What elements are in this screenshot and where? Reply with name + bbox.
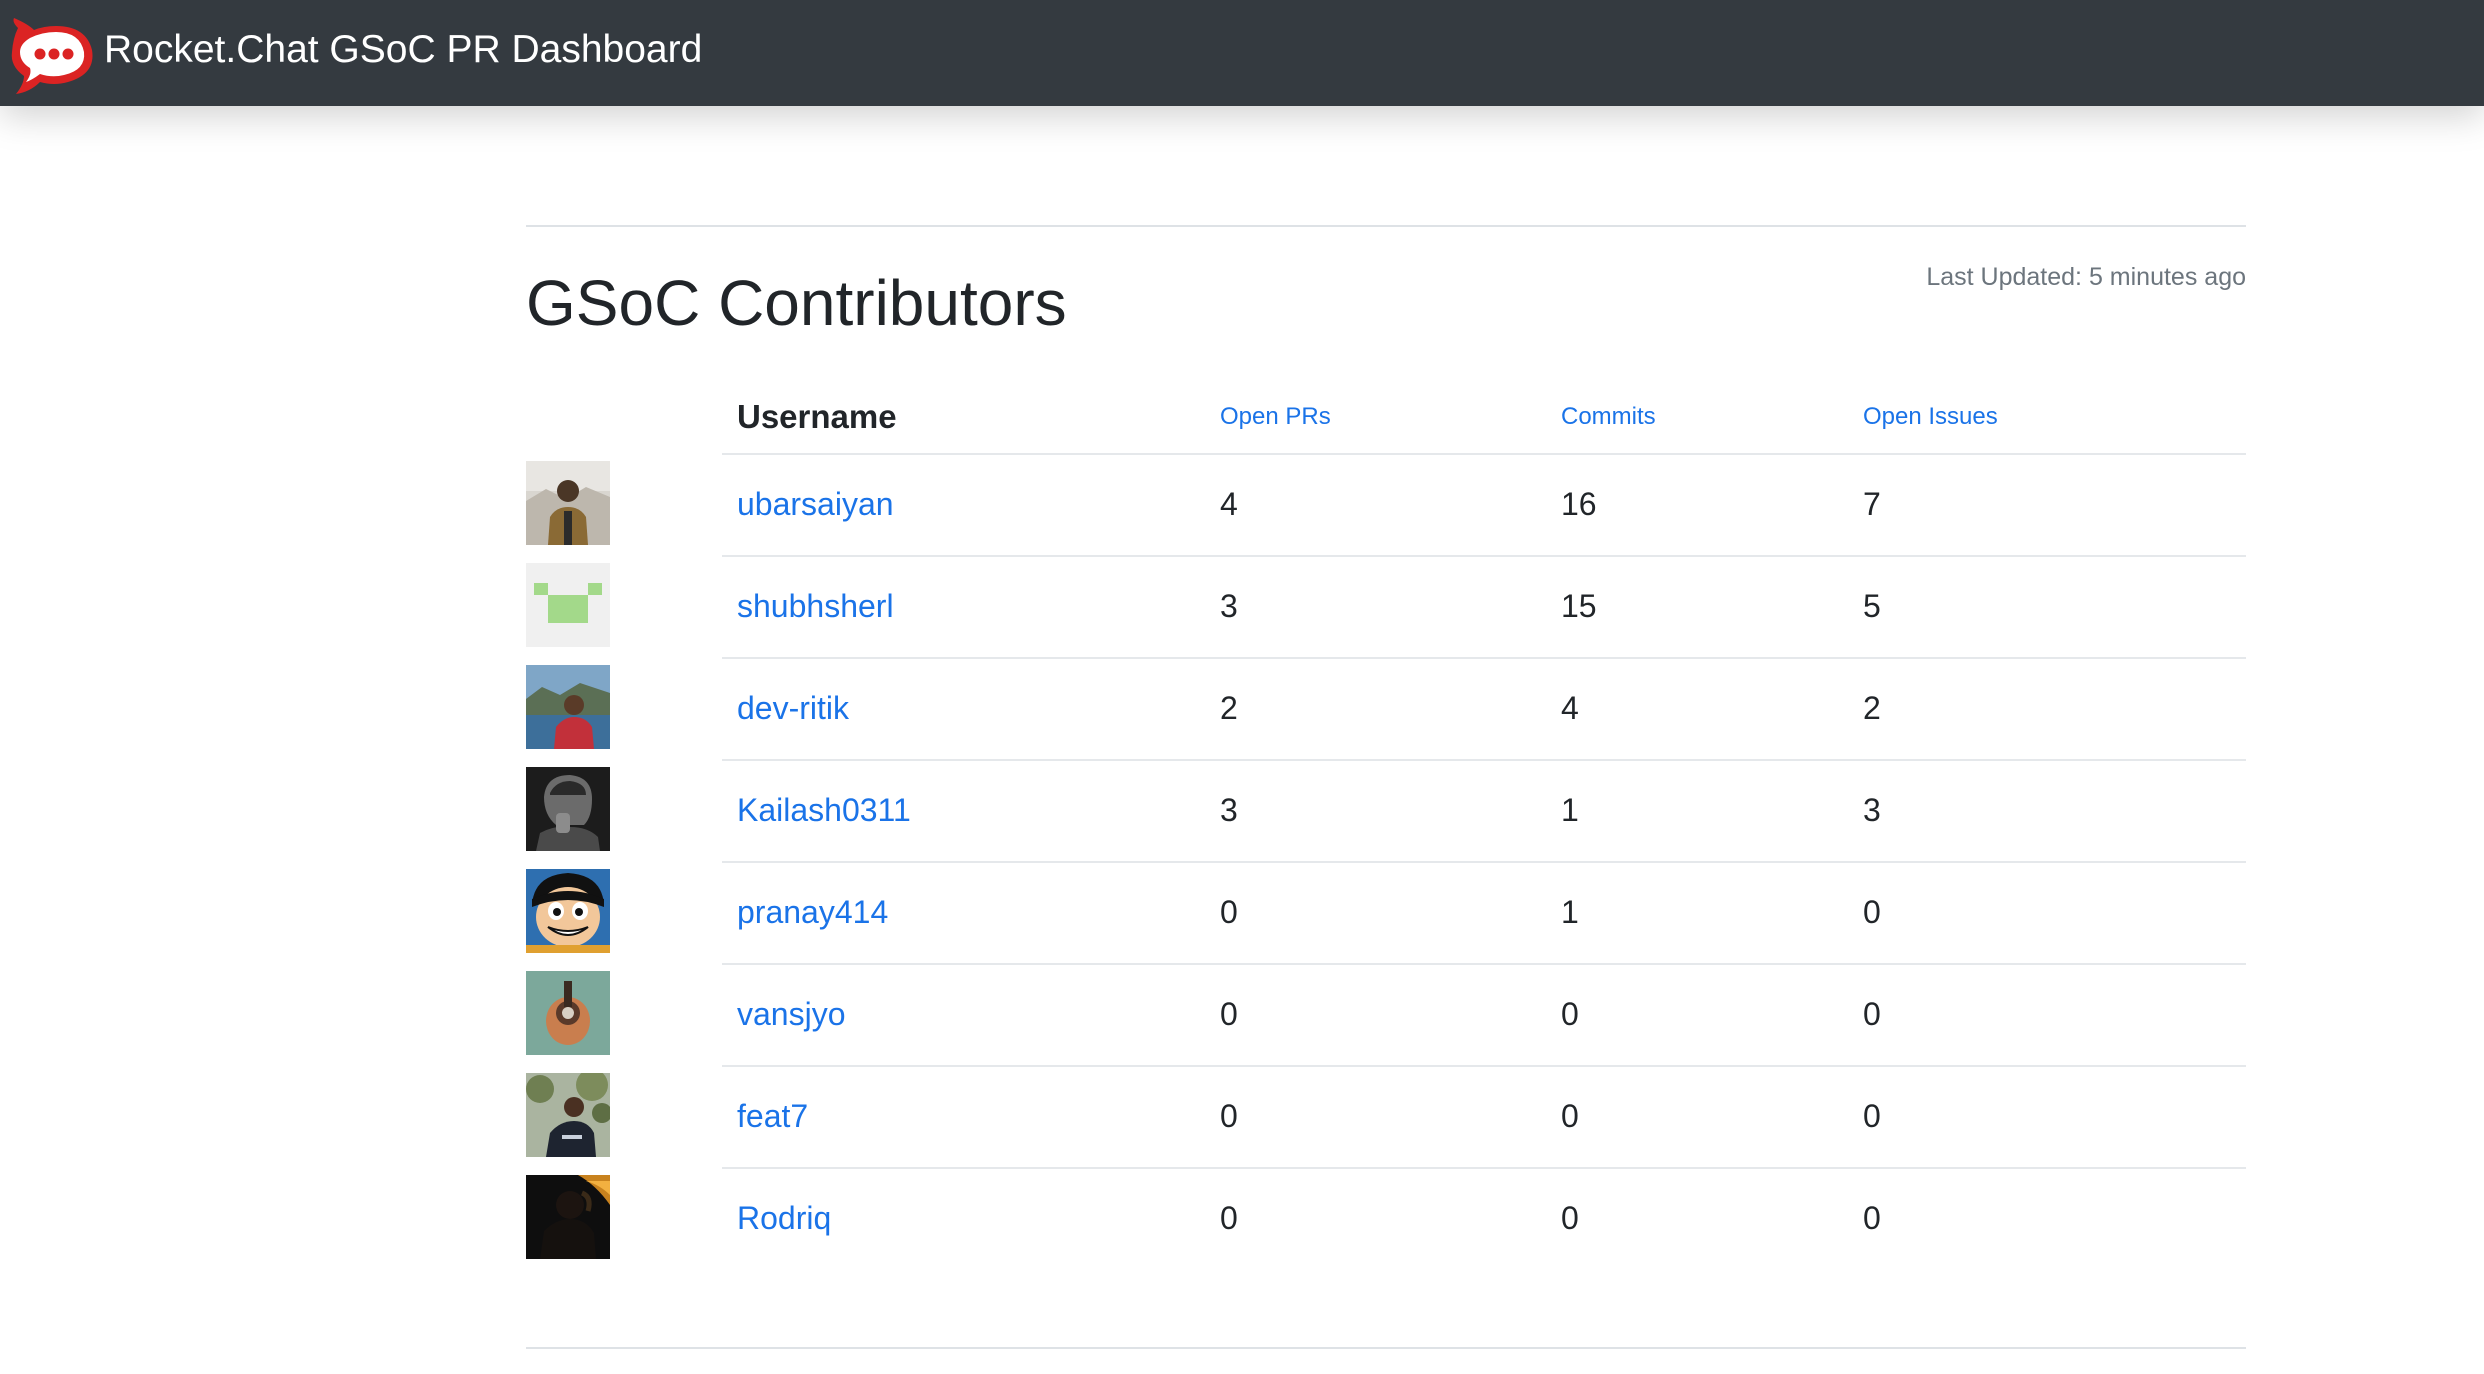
username-link[interactable]: feat7 (737, 1065, 808, 1167)
open-issues-value: 0 (1863, 996, 1881, 1032)
contributors-table: Username Open PRs Commits Open Issues ub… (526, 381, 2246, 1269)
avatar (526, 665, 610, 749)
open-prs-value: 0 (1220, 1098, 1238, 1134)
table-row: vansjyo 0 0 0 (526, 963, 2246, 1065)
row-divider (722, 657, 2246, 659)
avatar (526, 767, 610, 851)
open-prs-value: 0 (1220, 1200, 1238, 1236)
table-row: pranay414 0 1 0 (526, 861, 2246, 963)
avatar (526, 971, 610, 1055)
rocketchat-logo-icon[interactable] (10, 18, 96, 96)
open-prs-value: 3 (1220, 792, 1238, 828)
navbar-title[interactable]: Rocket.Chat GSoC PR Dashboard (104, 22, 702, 78)
open-prs-value: 2 (1220, 690, 1238, 726)
row-divider (722, 759, 2246, 761)
username-link[interactable]: pranay414 (737, 861, 888, 963)
open-issues-value: 2 (1863, 690, 1881, 726)
sort-commits-link[interactable]: Commits (1561, 381, 1656, 453)
table-row: Rodriq 0 0 0 (526, 1167, 2246, 1269)
username-link[interactable]: dev-ritik (737, 657, 849, 759)
table-row: dev-ritik 2 4 2 (526, 657, 2246, 759)
divider (526, 1347, 2246, 1349)
open-issues-value: 0 (1863, 1098, 1881, 1134)
table-row: feat7 0 0 0 (526, 1065, 2246, 1167)
top-navbar: Rocket.Chat GSoC PR Dashboard (0, 0, 2484, 106)
table-row: Kailash0311 3 1 3 (526, 759, 2246, 861)
table-row: shubhsherl 3 15 5 (526, 555, 2246, 657)
username-link[interactable]: shubhsherl (737, 555, 894, 657)
username-link[interactable]: Kailash0311 (737, 759, 911, 861)
open-prs-value: 0 (1220, 894, 1238, 930)
avatar (526, 563, 610, 647)
open-issues-value: 5 (1863, 588, 1881, 624)
avatar (526, 461, 610, 545)
open-prs-value: 3 (1220, 588, 1238, 624)
page-title: GSoC Contributors (526, 267, 1067, 339)
avatar (526, 1073, 610, 1157)
commits-value: 0 (1561, 1200, 1579, 1236)
last-updated-text: Last Updated: 5 minutes ago (1926, 263, 2246, 291)
avatar (526, 1175, 610, 1259)
avatar (526, 869, 610, 953)
open-issues-value: 0 (1863, 894, 1881, 930)
column-header-username: Username (737, 398, 897, 435)
open-prs-value: 0 (1220, 996, 1238, 1032)
open-issues-value: 7 (1863, 486, 1881, 522)
commits-value: 15 (1561, 588, 1597, 624)
sort-open-issues-link[interactable]: Open Issues (1863, 381, 1998, 453)
commits-value: 1 (1561, 792, 1579, 828)
row-divider (722, 453, 2246, 455)
commits-value: 1 (1561, 894, 1579, 930)
open-prs-value: 4 (1220, 486, 1238, 522)
row-divider (722, 963, 2246, 965)
commits-value: 16 (1561, 486, 1597, 522)
row-divider (722, 861, 2246, 863)
username-link[interactable]: ubarsaiyan (737, 453, 894, 555)
username-link[interactable]: Rodriq (737, 1167, 831, 1269)
row-divider (722, 1167, 2246, 1169)
sort-open-prs-link[interactable]: Open PRs (1220, 381, 1331, 453)
open-issues-value: 3 (1863, 792, 1881, 828)
row-divider (722, 555, 2246, 557)
table-header: Username Open PRs Commits Open Issues (526, 381, 2246, 453)
commits-value: 4 (1561, 690, 1579, 726)
commits-value: 0 (1561, 996, 1579, 1032)
commits-value: 0 (1561, 1098, 1579, 1134)
open-issues-value: 0 (1863, 1200, 1881, 1236)
table-row: ubarsaiyan 4 16 7 (526, 453, 2246, 555)
row-divider (722, 1065, 2246, 1067)
divider (526, 225, 2246, 227)
username-link[interactable]: vansjyo (737, 963, 846, 1065)
